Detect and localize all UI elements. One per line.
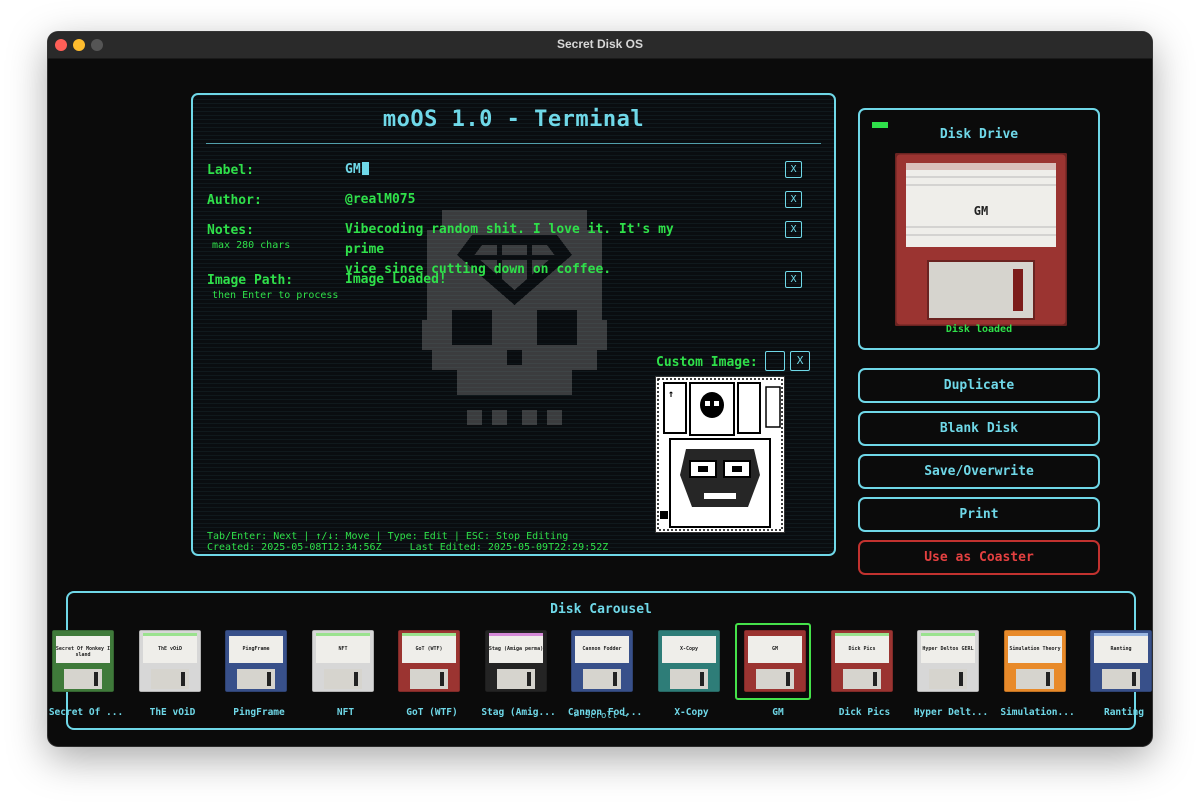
disk-caption: Simulation... [1000,707,1075,718]
clear-image-path-button[interactable]: X [785,271,802,288]
custom-image-toggle[interactable] [765,351,785,371]
disk-caption: NFT [336,707,355,718]
disk-caption: ThE vOiD [149,707,196,718]
carousel-disk[interactable]: Simulation Theory Simulation... [994,627,1080,727]
last-edited-timestamp: Last Edited: 2025-05-09T22:29:52Z [409,542,609,553]
floppy-disk-icon: NFT [311,630,374,692]
disk-label-text: GoT (WTF) [415,646,442,652]
disk-caption: Ranting [1103,707,1145,718]
floppy-disk-icon: GM [744,630,806,692]
floppy-disk-icon: Simulation Theory [1003,630,1066,692]
floppy-disk-icon: Dick Pics [830,630,893,692]
floppy-disk-icon: Stag (Amiga perma) [484,630,547,692]
disk-label-text: X-Copy [679,646,697,652]
carousel-disk[interactable]: Stag (Amiga perma) Stag (Amig... [475,627,561,727]
carousel-disk[interactable]: Dick Pics Dick Pics [821,627,907,727]
custom-image-label: Custom Image: [656,355,758,370]
carousel-disk[interactable]: NFT NFT [302,627,388,727]
disk-drive-title: Disk Drive [939,127,1019,142]
created-timestamp: Created: 2025-05-08T12:34:56Z [207,542,382,553]
use-as-coaster-button[interactable]: Use as Coaster [858,540,1100,575]
disk-label-text: Ranting [1110,646,1131,652]
svg-text:↑: ↑ [668,389,674,400]
notes-line-1: Vibecoding random shit. I love it. It's … [345,222,674,257]
window-title: Secret Disk OS [556,37,644,51]
author-input[interactable]: @realM075 [345,190,695,210]
field-label: Author: [207,193,262,208]
terminal-panel: moOS 1.0 - Terminal Label: GM X Author: … [191,93,836,556]
carousel-disk[interactable]: Cannon Fodder Cannon Fod... [561,627,647,727]
floppy-disk-icon: GoT (WTF) [398,630,460,692]
disk-caption: GM [772,707,784,718]
disk-drive-panel: Disk Drive GM Disk loaded [858,108,1100,350]
clear-author-button[interactable]: X [785,191,802,208]
disk-label-text: NFT [338,646,347,652]
keyboard-help: Tab/Enter: Next | ↑/↓: Move | Type: Edit… [207,531,569,542]
carousel-disk[interactable]: GoT (WTF) GoT (WTF) [388,627,474,727]
disk-caption: GoT (WTF) [406,707,458,718]
carousel-disk[interactable]: GM GM [734,623,820,727]
field-row-notes: Notes: max 280 chars Vibecoding random s… [207,221,834,277]
custom-image-preview: ↑ [655,376,785,533]
floppy-disk-icon: PingFrame [225,630,287,692]
label-value: GM [345,162,361,177]
carousel-disk[interactable]: ThE vOiD ThE vOiD [129,627,215,727]
drive-status: Disk loaded [945,324,1013,335]
field-label: Label: [207,163,254,178]
floppy-disk-icon: Cannon Fodder [571,630,633,692]
floppy-disk-icon: Secret Of Monkey Island [52,630,114,692]
disk-label-text: Simulation Theory [1009,646,1060,652]
loaded-floppy-disk-icon[interactable]: GM [895,153,1067,326]
floppy-disk-icon: ThE vOiD [138,630,201,692]
field-row-image-path: Image Path: then Enter to process Image … [207,270,834,307]
disk-caption: PingFrame [233,707,285,718]
field-sublabel: max 280 chars [212,240,291,251]
carousel-title: Disk Carousel [550,602,652,617]
disk-label-text: Stag (Amiga perma) [488,646,542,652]
clear-notes-button[interactable]: X [785,221,802,238]
disk-label-text: ThE vOiD [157,646,181,652]
carousel-disk[interactable]: X-Copy X-Copy [648,627,734,727]
disk-label-text: Dick Pics [848,646,875,652]
carousel-disk[interactable]: PingFrame PingFrame [215,627,301,727]
blank-disk-button[interactable]: Blank Disk [858,411,1100,446]
title-divider [206,143,821,144]
disk-caption: X-Copy [674,707,709,718]
text-cursor [361,162,369,175]
remove-custom-image-button[interactable]: X [790,351,810,371]
floppy-disk-icon: Hyper Deltos GERL [917,630,979,692]
disk-label-text-2: sland [75,652,90,658]
field-sublabel: then Enter to process [212,290,339,301]
carousel-disk[interactable]: Ranting Ranting [1080,627,1152,727]
print-button[interactable]: Print [858,497,1100,532]
carousel-disk[interactable]: Hyper Deltos GERL Hyper Delt... [907,627,993,727]
disk-caption: Stag (Amig... [481,707,556,718]
app-window: Secret Disk OS moOS 1.0 - Terminal Label… [48,32,1152,746]
floppy-label-text: GM [974,204,988,218]
title-bar: Secret Disk OS [48,32,1152,59]
disk-label-text: Hyper Deltos GERL [922,646,973,652]
field-label: Image Path: [207,273,294,288]
label-input[interactable]: GM [345,160,695,180]
disk-label-text: Cannon Fodder [582,646,621,652]
floppy-disk-icon: Ranting [1090,630,1152,692]
help-footer: Tab/Enter: Next | ↑/↓: Move | Type: Edit… [207,531,636,553]
disk-caption: Cannon Fod... [567,707,643,718]
save-overwrite-button[interactable]: Save/Overwrite [858,454,1100,489]
dithered-art-icon: ↑ [656,377,784,532]
floppy-disk-icon: X-Copy [657,630,720,692]
disk-label-text: GM [772,646,778,652]
disk-caption: Dick Pics [838,707,891,718]
duplicate-button[interactable]: Duplicate [858,368,1100,403]
terminal-title: moOS 1.0 - Terminal [382,107,645,132]
carousel-disk[interactable]: Secret Of Monkey Island Secret Of ... [48,627,128,727]
clear-label-button[interactable]: X [785,161,802,178]
disk-caption: Hyper Delt... [913,707,989,718]
disk-label-text: PingFrame [242,646,269,652]
field-label: Notes: [207,223,254,238]
image-path-input[interactable]: Image Loaded! [345,270,695,290]
